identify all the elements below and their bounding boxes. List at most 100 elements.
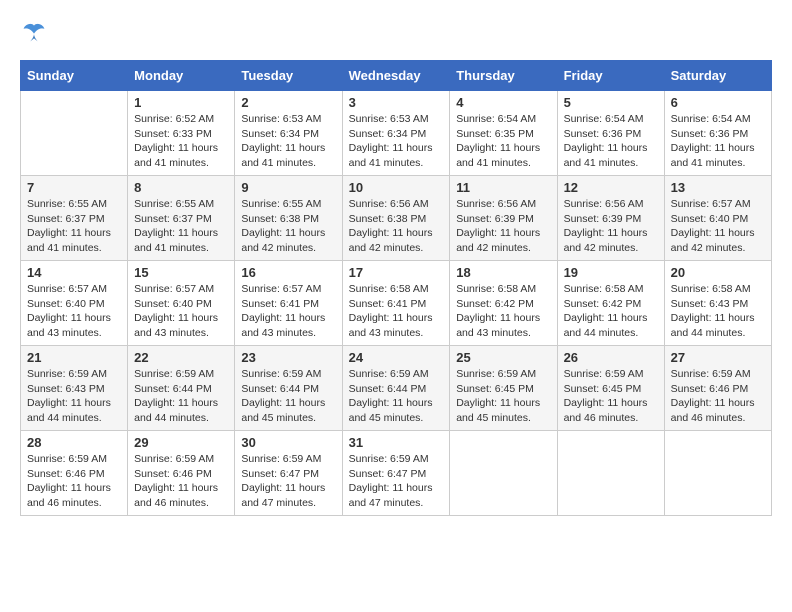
calendar-cell: 12 Sunrise: 6:56 AM Sunset: 6:39 PM Dayli… [557,176,664,261]
day-info: Sunrise: 6:59 AM Sunset: 6:44 PM Dayligh… [349,367,444,426]
weekday-header: Wednesday [342,61,450,91]
calendar-cell: 27 Sunrise: 6:59 AM Sunset: 6:46 PM Dayli… [664,346,771,431]
calendar-cell: 16 Sunrise: 6:57 AM Sunset: 6:41 PM Dayli… [235,261,342,346]
day-number: 14 [27,265,121,280]
calendar-cell: 18 Sunrise: 6:58 AM Sunset: 6:42 PM Dayli… [450,261,557,346]
calendar-cell: 29Sunrise: 6:59 AM Sunset: 6:46 PM Dayli… [128,431,235,516]
day-number: 19 [564,265,658,280]
day-info: Sunrise: 6:56 AM Sunset: 6:38 PM Dayligh… [349,197,444,256]
logo-bird-icon [22,20,46,44]
day-number: 10 [349,180,444,195]
day-info: Sunrise: 6:55 AM Sunset: 6:37 PM Dayligh… [134,197,228,256]
calendar-cell: 31 Sunrise: 6:59 AM Sunset: 6:47 PM Dayli… [342,431,450,516]
day-number: 25 [456,350,550,365]
calendar-week-row: 7Sunrise: 6:55 AM Sunset: 6:37 PM Daylig… [21,176,772,261]
day-number: 31 [349,435,444,450]
day-info: Sunrise: 6:54 AM Sunset: 6:35 PM Dayligh… [456,112,550,171]
weekday-header-row: SundayMondayTuesdayWednesdayThursdayFrid… [21,61,772,91]
day-info: Sunrise: 6:58 AM Sunset: 6:41 PM Dayligh… [349,282,444,341]
calendar-cell: 1 Sunrise: 6:52 AM Sunset: 6:33 PM Daylig… [128,91,235,176]
day-number: 27 [671,350,765,365]
calendar-cell [664,431,771,516]
day-number: 5 [564,95,658,110]
calendar-cell: 11 Sunrise: 6:56 AM Sunset: 6:39 PM Dayli… [450,176,557,261]
calendar-cell: 21 Sunrise: 6:59 AM Sunset: 6:43 PM Dayli… [21,346,128,431]
day-info: Sunrise: 6:57 AM Sunset: 6:40 PM Dayligh… [27,282,121,341]
calendar-cell: 20 Sunrise: 6:58 AM Sunset: 6:43 PM Dayli… [664,261,771,346]
day-number: 11 [456,180,550,195]
day-info: Sunrise: 6:59 AM Sunset: 6:44 PM Dayligh… [241,367,335,426]
day-number: 28 [27,435,121,450]
day-number: 26 [564,350,658,365]
day-info: Sunrise: 6:59 AM Sunset: 6:44 PM Dayligh… [134,367,228,426]
day-info: Sunrise: 6:59 AM Sunset: 6:45 PM Dayligh… [564,367,658,426]
day-number: 1 [134,95,228,110]
calendar-cell: 15 Sunrise: 6:57 AM Sunset: 6:40 PM Dayli… [128,261,235,346]
day-number: 17 [349,265,444,280]
calendar-cell: 2 Sunrise: 6:53 AM Sunset: 6:34 PM Daylig… [235,91,342,176]
calendar-cell: 30Sunrise: 6:59 AM Sunset: 6:47 PM Dayli… [235,431,342,516]
day-info: Sunrise: 6:58 AM Sunset: 6:42 PM Dayligh… [456,282,550,341]
day-info: Sunrise: 6:57 AM Sunset: 6:41 PM Dayligh… [241,282,335,341]
day-number: 13 [671,180,765,195]
calendar-table: SundayMondayTuesdayWednesdayThursdayFrid… [20,60,772,516]
day-number: 21 [27,350,121,365]
day-number: 4 [456,95,550,110]
weekday-header: Saturday [664,61,771,91]
weekday-header: Monday [128,61,235,91]
calendar-cell [21,91,128,176]
day-number: 18 [456,265,550,280]
day-number: 16 [241,265,335,280]
calendar-cell: 13 Sunrise: 6:57 AM Sunset: 6:40 PM Dayli… [664,176,771,261]
day-info: Sunrise: 6:58 AM Sunset: 6:42 PM Dayligh… [564,282,658,341]
calendar-cell: 6 Sunrise: 6:54 AM Sunset: 6:36 PM Daylig… [664,91,771,176]
calendar-week-row: 1 Sunrise: 6:52 AM Sunset: 6:33 PM Daylig… [21,91,772,176]
calendar-week-row: 28Sunrise: 6:59 AM Sunset: 6:46 PM Dayli… [21,431,772,516]
calendar-cell: 19 Sunrise: 6:58 AM Sunset: 6:42 PM Dayli… [557,261,664,346]
calendar-cell: 10 Sunrise: 6:56 AM Sunset: 6:38 PM Dayli… [342,176,450,261]
day-number: 8 [134,180,228,195]
calendar-week-row: 14 Sunrise: 6:57 AM Sunset: 6:40 PM Dayli… [21,261,772,346]
calendar-cell: 4 Sunrise: 6:54 AM Sunset: 6:35 PM Daylig… [450,91,557,176]
day-info: Sunrise: 6:53 AM Sunset: 6:34 PM Dayligh… [349,112,444,171]
day-info: Sunrise: 6:53 AM Sunset: 6:34 PM Dayligh… [241,112,335,171]
calendar-cell [557,431,664,516]
day-info: Sunrise: 6:59 AM Sunset: 6:43 PM Dayligh… [27,367,121,426]
day-info: Sunrise: 6:58 AM Sunset: 6:43 PM Dayligh… [671,282,765,341]
day-info: Sunrise: 6:59 AM Sunset: 6:45 PM Dayligh… [456,367,550,426]
day-number: 24 [349,350,444,365]
day-number: 15 [134,265,228,280]
day-info: Sunrise: 6:59 AM Sunset: 6:47 PM Dayligh… [349,452,444,511]
day-info: Sunrise: 6:57 AM Sunset: 6:40 PM Dayligh… [671,197,765,256]
day-info: Sunrise: 6:59 AM Sunset: 6:47 PM Dayligh… [241,452,335,511]
day-number: 2 [241,95,335,110]
calendar-cell: 25 Sunrise: 6:59 AM Sunset: 6:45 PM Dayli… [450,346,557,431]
day-info: Sunrise: 6:55 AM Sunset: 6:38 PM Dayligh… [241,197,335,256]
weekday-header: Thursday [450,61,557,91]
calendar-cell: 7Sunrise: 6:55 AM Sunset: 6:37 PM Daylig… [21,176,128,261]
day-number: 3 [349,95,444,110]
logo [20,20,48,44]
day-number: 9 [241,180,335,195]
day-info: Sunrise: 6:56 AM Sunset: 6:39 PM Dayligh… [564,197,658,256]
day-info: Sunrise: 6:54 AM Sunset: 6:36 PM Dayligh… [671,112,765,171]
calendar-cell: 8 Sunrise: 6:55 AM Sunset: 6:37 PM Daylig… [128,176,235,261]
day-info: Sunrise: 6:52 AM Sunset: 6:33 PM Dayligh… [134,112,228,171]
calendar-cell: 26 Sunrise: 6:59 AM Sunset: 6:45 PM Dayli… [557,346,664,431]
day-info: Sunrise: 6:54 AM Sunset: 6:36 PM Dayligh… [564,112,658,171]
day-number: 6 [671,95,765,110]
calendar-cell: 17 Sunrise: 6:58 AM Sunset: 6:41 PM Dayli… [342,261,450,346]
day-info: Sunrise: 6:59 AM Sunset: 6:46 PM Dayligh… [671,367,765,426]
calendar-cell: 22Sunrise: 6:59 AM Sunset: 6:44 PM Dayli… [128,346,235,431]
day-number: 12 [564,180,658,195]
day-number: 20 [671,265,765,280]
day-info: Sunrise: 6:56 AM Sunset: 6:39 PM Dayligh… [456,197,550,256]
weekday-header: Friday [557,61,664,91]
calendar-cell: 9 Sunrise: 6:55 AM Sunset: 6:38 PM Daylig… [235,176,342,261]
calendar-cell: 23Sunrise: 6:59 AM Sunset: 6:44 PM Dayli… [235,346,342,431]
day-info: Sunrise: 6:57 AM Sunset: 6:40 PM Dayligh… [134,282,228,341]
calendar-cell [450,431,557,516]
calendar-week-row: 21 Sunrise: 6:59 AM Sunset: 6:43 PM Dayli… [21,346,772,431]
calendar-cell: 28Sunrise: 6:59 AM Sunset: 6:46 PM Dayli… [21,431,128,516]
weekday-header: Sunday [21,61,128,91]
